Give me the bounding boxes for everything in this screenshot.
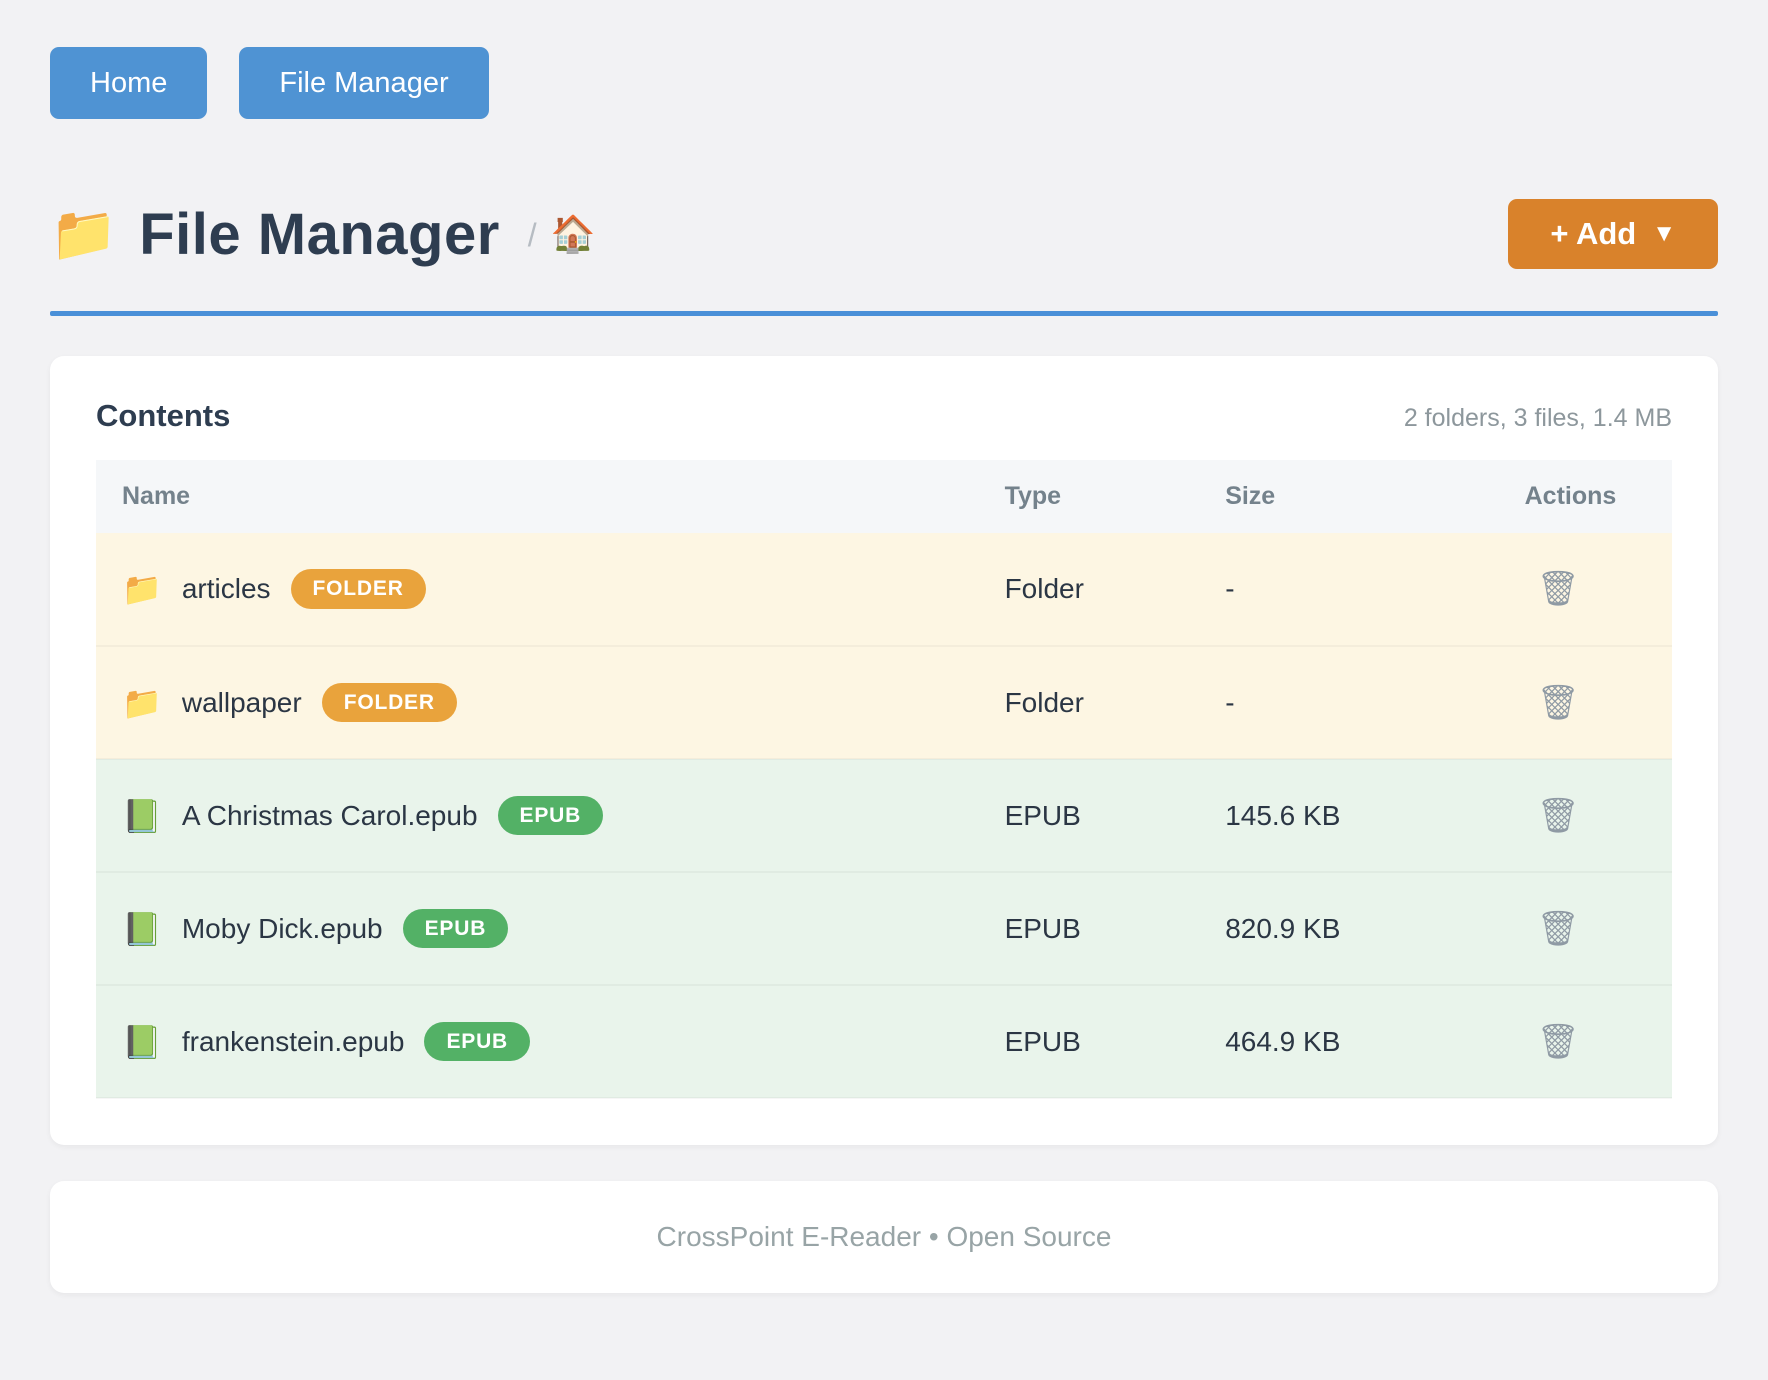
column-header-actions: Actions bbox=[1499, 460, 1672, 533]
folder-icon: 📁 bbox=[122, 570, 162, 608]
breadcrumb: / 🏠 bbox=[528, 213, 596, 255]
column-header-type: Type bbox=[979, 460, 1200, 533]
file-type: Folder bbox=[979, 533, 1200, 646]
file-type: EPUB bbox=[979, 985, 1200, 1098]
title-divider bbox=[50, 311, 1718, 316]
trash-icon: 🗑 bbox=[1537, 1023, 1580, 1061]
table-row[interactable]: 📁 wallpaper FOLDER Folder - 🗑 bbox=[96, 646, 1672, 759]
page-header: 📁 File Manager / 🏠 + Add ▼ bbox=[50, 199, 1718, 269]
column-header-name: Name bbox=[96, 460, 979, 533]
delete-button[interactable]: 🗑 bbox=[1525, 1022, 1580, 1062]
epub-badge: EPUB bbox=[403, 909, 509, 948]
book-icon: 📗 bbox=[122, 797, 162, 835]
trash-icon: 🗑 bbox=[1537, 910, 1580, 948]
trash-icon: 🗑 bbox=[1537, 797, 1580, 835]
home-button[interactable]: Home bbox=[50, 47, 207, 119]
file-size: 464.9 KB bbox=[1199, 985, 1498, 1098]
add-button[interactable]: + Add ▼ bbox=[1508, 199, 1718, 269]
file-manager-button[interactable]: File Manager bbox=[239, 47, 488, 119]
footer: CrossPoint E-Reader • Open Source bbox=[50, 1181, 1718, 1293]
file-name[interactable]: Moby Dick.epub bbox=[182, 913, 383, 945]
file-size: 145.6 KB bbox=[1199, 759, 1498, 872]
delete-button[interactable]: 🗑 bbox=[1525, 909, 1580, 949]
delete-button[interactable]: 🗑 bbox=[1525, 569, 1580, 609]
trash-icon: 🗑 bbox=[1537, 684, 1580, 722]
file-name[interactable]: frankenstein.epub bbox=[182, 1026, 405, 1058]
contents-card: Contents 2 folders, 3 files, 1.4 MB Name… bbox=[50, 356, 1718, 1145]
table-row[interactable]: 📗 Moby Dick.epub EPUB EPUB 820.9 KB 🗑 bbox=[96, 872, 1672, 985]
folder-icon: 📁 bbox=[122, 684, 162, 722]
chevron-down-icon: ▼ bbox=[1652, 220, 1676, 248]
file-type: EPUB bbox=[979, 759, 1200, 872]
top-nav: Home File Manager bbox=[50, 47, 1718, 119]
contents-title: Contents bbox=[96, 398, 230, 434]
file-size: 820.9 KB bbox=[1199, 872, 1498, 985]
file-name[interactable]: A Christmas Carol.epub bbox=[182, 800, 478, 832]
table-header-row: Name Type Size Actions bbox=[96, 460, 1672, 533]
table-row[interactable]: 📗 frankenstein.epub EPUB EPUB 464.9 KB 🗑 bbox=[96, 985, 1672, 1098]
book-icon: 📗 bbox=[122, 1023, 162, 1061]
file-table: Name Type Size Actions 📁 articles FOLDER… bbox=[96, 460, 1672, 1099]
file-type: EPUB bbox=[979, 872, 1200, 985]
folder-icon: 📁 bbox=[50, 203, 117, 266]
epub-badge: EPUB bbox=[498, 796, 604, 835]
page-title: File Manager bbox=[139, 201, 500, 268]
folder-badge: FOLDER bbox=[291, 569, 426, 608]
trash-icon: 🗑 bbox=[1537, 570, 1580, 608]
file-size: - bbox=[1199, 646, 1498, 759]
file-name[interactable]: wallpaper bbox=[182, 687, 302, 719]
table-row[interactable]: 📗 A Christmas Carol.epub EPUB EPUB 145.6… bbox=[96, 759, 1672, 872]
book-icon: 📗 bbox=[122, 910, 162, 948]
column-header-size: Size bbox=[1199, 460, 1498, 533]
footer-text: CrossPoint E-Reader • Open Source bbox=[657, 1221, 1112, 1253]
contents-summary: 2 folders, 3 files, 1.4 MB bbox=[1404, 404, 1672, 433]
epub-badge: EPUB bbox=[424, 1022, 530, 1061]
page-title-wrap: 📁 File Manager bbox=[50, 201, 500, 268]
contents-card-header: Contents 2 folders, 3 files, 1.4 MB bbox=[96, 398, 1672, 434]
delete-button[interactable]: 🗑 bbox=[1525, 683, 1580, 723]
add-button-label: + Add bbox=[1550, 216, 1636, 252]
breadcrumb-separator: / bbox=[528, 217, 537, 254]
delete-button[interactable]: 🗑 bbox=[1525, 796, 1580, 836]
file-size: - bbox=[1199, 533, 1498, 646]
file-name[interactable]: articles bbox=[182, 573, 271, 605]
folder-badge: FOLDER bbox=[322, 683, 457, 722]
table-row[interactable]: 📁 articles FOLDER Folder - 🗑 bbox=[96, 533, 1672, 646]
home-icon[interactable]: 🏠 bbox=[551, 213, 596, 255]
file-type: Folder bbox=[979, 646, 1200, 759]
